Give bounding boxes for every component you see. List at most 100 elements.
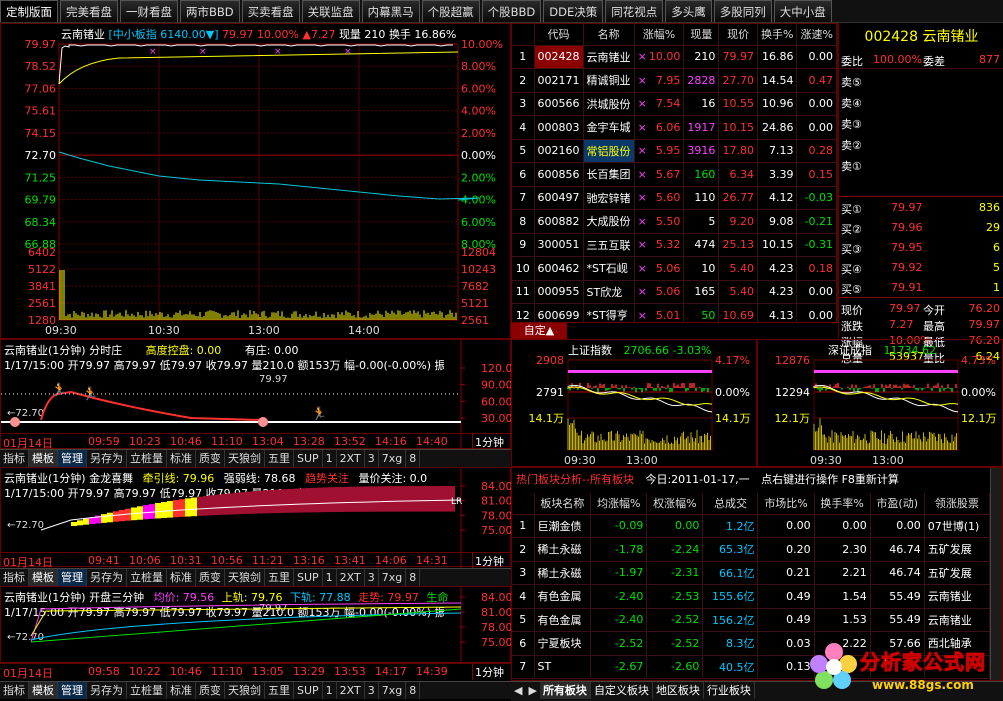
toolbar-btn[interactable]: 8 — [406, 682, 421, 699]
tab-2[interactable]: 一财看盘 — [120, 0, 178, 22]
table-row[interactable]: 1 002428 云南锗业 × 10.00 210 79.97 16.86 0.00 — [512, 45, 837, 69]
sector-tab[interactable]: 自定义板块 — [591, 682, 653, 699]
tab-12[interactable]: 多股同列 — [713, 0, 772, 22]
tab-1[interactable]: 完美看盘 — [60, 0, 118, 22]
toolbar-btn[interactable]: 3 — [365, 450, 379, 467]
toolbar-btn[interactable]: 指标 — [0, 569, 29, 586]
table-row[interactable]: 4 有色金属 -2.40 -2.53 155.6亿 0.49 1.54 55.49 云南锗业 — [512, 584, 991, 609]
toolbar-btn[interactable]: 8 — [406, 450, 421, 467]
toolbar-btn[interactable]: 模板 — [29, 450, 58, 467]
toolbar-btn[interactable]: 五里 — [265, 569, 294, 586]
toolbar-btn[interactable]: 标准 — [167, 682, 196, 699]
table-row[interactable]: 4 000803 金宇车城 × 6.06 1917 10.15 24.86 0.00 — [512, 115, 837, 140]
tab-6[interactable]: 内幕黑马 — [361, 0, 420, 22]
sector-col-header[interactable]: 权涨幅% — [646, 493, 704, 515]
rank-col-header[interactable]: 现量 — [683, 24, 720, 46]
sector-col-header[interactable]: 市盈(动) — [870, 493, 925, 515]
toolbar-btn[interactable]: 管理 — [58, 450, 87, 467]
toolbar-btn[interactable]: 1 — [323, 569, 337, 586]
table-row[interactable]: 11 000955 ST欣龙 × 5.06 165 5.40 4.23 0.00 — [512, 280, 837, 304]
toolbar-btn[interactable]: SUP — [294, 569, 323, 586]
toolbar-btn[interactable]: 立桩量 — [127, 682, 167, 699]
table-row[interactable]: 8 600882 大成股份 × 5.50 5 9.20 9.08 -0.21 — [512, 209, 837, 234]
toolbar-btn[interactable]: SUP — [294, 450, 323, 467]
tab-11[interactable]: 多头鹰 — [665, 0, 712, 22]
table-row[interactable]: 9 300051 三五互联 × 5.32 474 25.13 10.15 -0.31 — [512, 233, 837, 257]
tab-4[interactable]: 买卖看盘 — [241, 0, 300, 22]
sector-tab[interactable]: 行业板块 — [704, 682, 755, 699]
sector-col-header[interactable]: 板块名称 — [534, 493, 592, 515]
toolbar-btn[interactable]: 天狼剑 — [225, 450, 265, 467]
table-row[interactable]: 3 稀土永磁 -1.97 -2.31 66.1亿 0.21 2.21 46.74 五矿发展 — [512, 561, 991, 585]
toolbar-btn[interactable]: 管理 — [58, 682, 87, 699]
prev-arrow-icon[interactable]: ◀ — [511, 682, 525, 699]
toolbar-btn[interactable]: 8 — [406, 569, 421, 586]
rank-col-header[interactable]: 涨幅% — [634, 24, 685, 46]
toolbar-btn[interactable]: 立桩量 — [127, 569, 167, 586]
sz-index-chart[interactable]: 深证成指 11734.62 12876 12294 12.1万 4.73% 0.00% 1… — [757, 339, 1003, 467]
tab-9[interactable]: DDE决策 — [543, 0, 604, 22]
tab-13[interactable]: 大中小盘 — [773, 0, 832, 22]
toolbar-btn[interactable]: 另存为 — [87, 569, 127, 586]
toolbar-btn[interactable]: 天狼剑 — [225, 569, 265, 586]
next-arrow-icon[interactable]: ▶ — [525, 682, 539, 699]
table-row[interactable]: 2 002171 精诚铜业 × 7.95 2828 27.70 14.54 0.47 — [512, 68, 837, 93]
toolbar-btn[interactable]: 标准 — [167, 569, 196, 586]
toolbar-btn[interactable]: 另存为 — [87, 450, 127, 467]
toolbar-btn[interactable]: 质变 — [196, 569, 225, 586]
toolbar-btn[interactable]: 另存为 — [87, 682, 127, 699]
toolbar-btn[interactable]: 标准 — [167, 450, 196, 467]
table-row[interactable]: 5 有色金属 -2.40 -2.52 156.2亿 0.49 1.53 55.49 云南锗业 — [512, 608, 991, 632]
sector-tab[interactable]: 地区板块 — [653, 682, 704, 699]
custom-tab[interactable]: 自定▲ — [511, 323, 567, 339]
table-row[interactable]: 1 巨潮金债 -0.09 0.00 1.2亿 0.00 0.00 0.00 07世博(1) — [512, 514, 991, 538]
rank-col-header[interactable]: 涨速% — [796, 24, 837, 46]
toolbar-btn[interactable]: 五里 — [265, 682, 294, 699]
period-selector[interactable]: 1分钟 — [472, 553, 504, 569]
indicator-panel-3[interactable]: 云南锗业(1分钟) 开盘三分钟 均价: 79.56 上轨: 79.76 下轨: … — [0, 586, 512, 664]
rank-col-header[interactable]: 现价 — [718, 24, 758, 46]
toolbar-btn[interactable]: 3 — [365, 682, 379, 699]
period-selector[interactable]: 1分钟 — [472, 434, 504, 450]
toolbar-btn[interactable]: 五里 — [265, 450, 294, 467]
sector-col-header[interactable]: 领涨股票 — [924, 493, 991, 515]
toolbar-btn[interactable]: 3 — [365, 569, 379, 586]
sector-col-header[interactable]: 市场比% — [757, 493, 815, 515]
rank-table-panel[interactable]: 代码 名称 涨幅% 现量 现价 换手% 涨速% 1 002428 云南锗业 × 10.00 210 79.… — [511, 23, 838, 323]
toolbar-btn[interactable]: 模板 — [29, 682, 58, 699]
rank-col-header[interactable]: 换手% — [757, 24, 798, 46]
toolbar-btn[interactable]: 天狼剑 — [225, 682, 265, 699]
table-row[interactable]: 12 600699 *ST得亨 × 5.01 50 10.69 4.13 0.00 — [512, 303, 837, 322]
sh-index-chart[interactable]: 上证指数 2706.66 -3.03% 2908 2791 14.1万 4.17% 0.… — [511, 339, 757, 467]
toolbar-btn[interactable]: 质变 — [196, 450, 225, 467]
toolbar-btn[interactable]: 指标 — [0, 682, 29, 699]
tab-3[interactable]: 两市BBD — [180, 0, 240, 22]
toolbar-btn[interactable]: SUP — [294, 682, 323, 699]
toolbar-btn[interactable]: 1 — [323, 682, 337, 699]
table-row[interactable]: 5 002160 常铝股份 × 5.95 3916 17.80 7.13 0.28 — [512, 139, 837, 163]
table-row[interactable]: 7 600497 驰宏锌锗 × 5.60 110 26.77 4.12 -0.03 — [512, 186, 837, 210]
main-intraday-chart[interactable]: 云南锗业 [中小板指 6140.00▼] 79.97 10.00% ▲7.27 … — [0, 23, 511, 339]
table-row[interactable]: 6 600856 长百集团 × 5.67 160 6.34 3.39 0.15 — [512, 162, 837, 187]
tab-10[interactable]: 同花视点 — [605, 0, 664, 22]
toolbar-btn[interactable]: 模板 — [29, 569, 58, 586]
toolbar-btn[interactable]: 立桩量 — [127, 450, 167, 467]
toolbar-btn[interactable]: 2XT — [337, 682, 365, 699]
tab-0[interactable]: 定制版面 — [0, 0, 58, 22]
toolbar-btn[interactable]: 7xg — [379, 682, 407, 699]
toolbar-btn[interactable]: 1 — [323, 450, 337, 467]
toolbar-btn[interactable]: 7xg — [379, 450, 407, 467]
tab-5[interactable]: 关联监盘 — [301, 0, 360, 22]
rank-col-header[interactable]: 名称 — [583, 24, 635, 46]
toolbar-btn[interactable]: 7xg — [379, 569, 407, 586]
toolbar-btn[interactable]: 管理 — [58, 569, 87, 586]
tab-8[interactable]: 个股BBD — [481, 0, 542, 22]
sector-col-header[interactable]: 换手率% — [814, 493, 871, 515]
table-row[interactable]: 2 稀土永磁 -1.78 -2.24 65.3亿 0.20 2.30 46.74 五矿发展 — [512, 537, 991, 562]
table-row[interactable]: 10 600462 *ST石岘 × 5.06 10 5.40 4.23 0.18 — [512, 256, 837, 281]
period-selector[interactable]: 1分钟 — [472, 664, 504, 680]
rank-col-header[interactable]: 代码 — [534, 24, 584, 46]
tab-7[interactable]: 个股超赢 — [421, 0, 480, 22]
table-row[interactable]: 3 600566 洪城股份 × 7.54 16 10.55 10.96 0.00 — [512, 92, 837, 116]
sector-col-header[interactable]: 总成交 — [702, 493, 759, 515]
